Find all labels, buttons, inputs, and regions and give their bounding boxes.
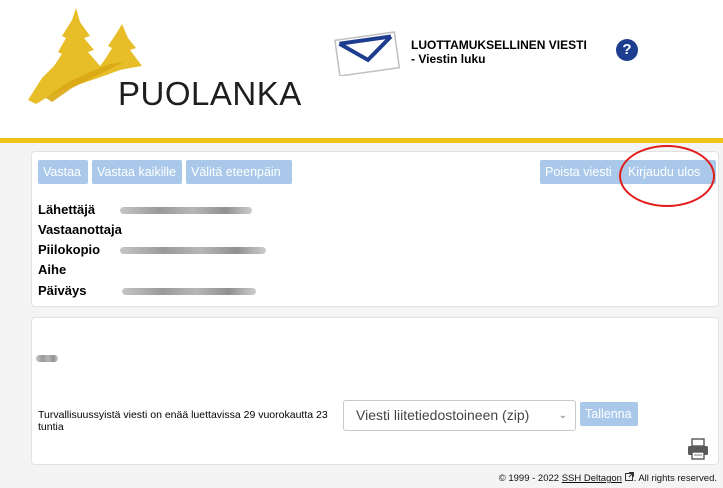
selected-format: Viesti liitetiedostoineen (zip): [356, 407, 530, 423]
date-label: Päiväys: [38, 283, 87, 298]
delete-message-button[interactable]: Poista viesti: [540, 160, 627, 184]
save-button[interactable]: Tallenna: [580, 402, 638, 426]
forward-button[interactable]: Välitä eteenpäin: [186, 160, 292, 184]
footer: © 1999 - 2022 SSH Deltagon . All rights …: [498, 472, 717, 484]
date-value-redacted: [122, 288, 256, 295]
recipient-label: Vastaanottaja: [38, 222, 122, 237]
rights-text: All rights reserved.: [638, 473, 717, 484]
chevron-down-icon: ⌄: [558, 410, 567, 421]
logout-highlight-annotation: [619, 145, 715, 207]
reply-all-button[interactable]: Vastaa kaikille: [92, 160, 182, 184]
deltagon-link[interactable]: SSH Deltagon: [562, 473, 622, 484]
retention-notice: Turvallisuussyistä viesti on enää luetta…: [38, 409, 328, 433]
external-link-icon: [624, 472, 634, 481]
printer-icon[interactable]: [687, 438, 709, 460]
subject-label: Aihe: [38, 262, 67, 277]
title-line-2: - Viestin luku: [411, 52, 486, 66]
sender-value-redacted: [120, 207, 252, 214]
logo-text: PUOLANKA: [118, 75, 302, 112]
download-format-select[interactable]: Viesti liitetiedostoineen (zip) ⌄: [343, 400, 576, 431]
message-body-panel: [31, 317, 719, 465]
bcc-value-redacted: [120, 247, 266, 254]
title-line-1: LUOTTAMUKSELLINEN VIESTI: [411, 38, 587, 52]
bcc-label: Piilokopio: [38, 242, 101, 257]
header: PUOLANKA LUOTTAMUKSELLINEN VIESTI - Vies…: [0, 0, 723, 138]
help-icon[interactable]: ?: [616, 39, 638, 61]
envelope-icon: [334, 31, 401, 76]
copyright-text: © 1999 - 2022: [498, 473, 560, 484]
message-body-redacted: [36, 355, 58, 362]
reply-button[interactable]: Vastaa: [38, 160, 88, 184]
puolanka-logo: PUOLANKA: [28, 8, 301, 120]
page-title: LUOTTAMUKSELLINEN VIESTI - Viestin luku: [411, 38, 587, 66]
sender-label: Lähettäjä: [38, 202, 96, 217]
